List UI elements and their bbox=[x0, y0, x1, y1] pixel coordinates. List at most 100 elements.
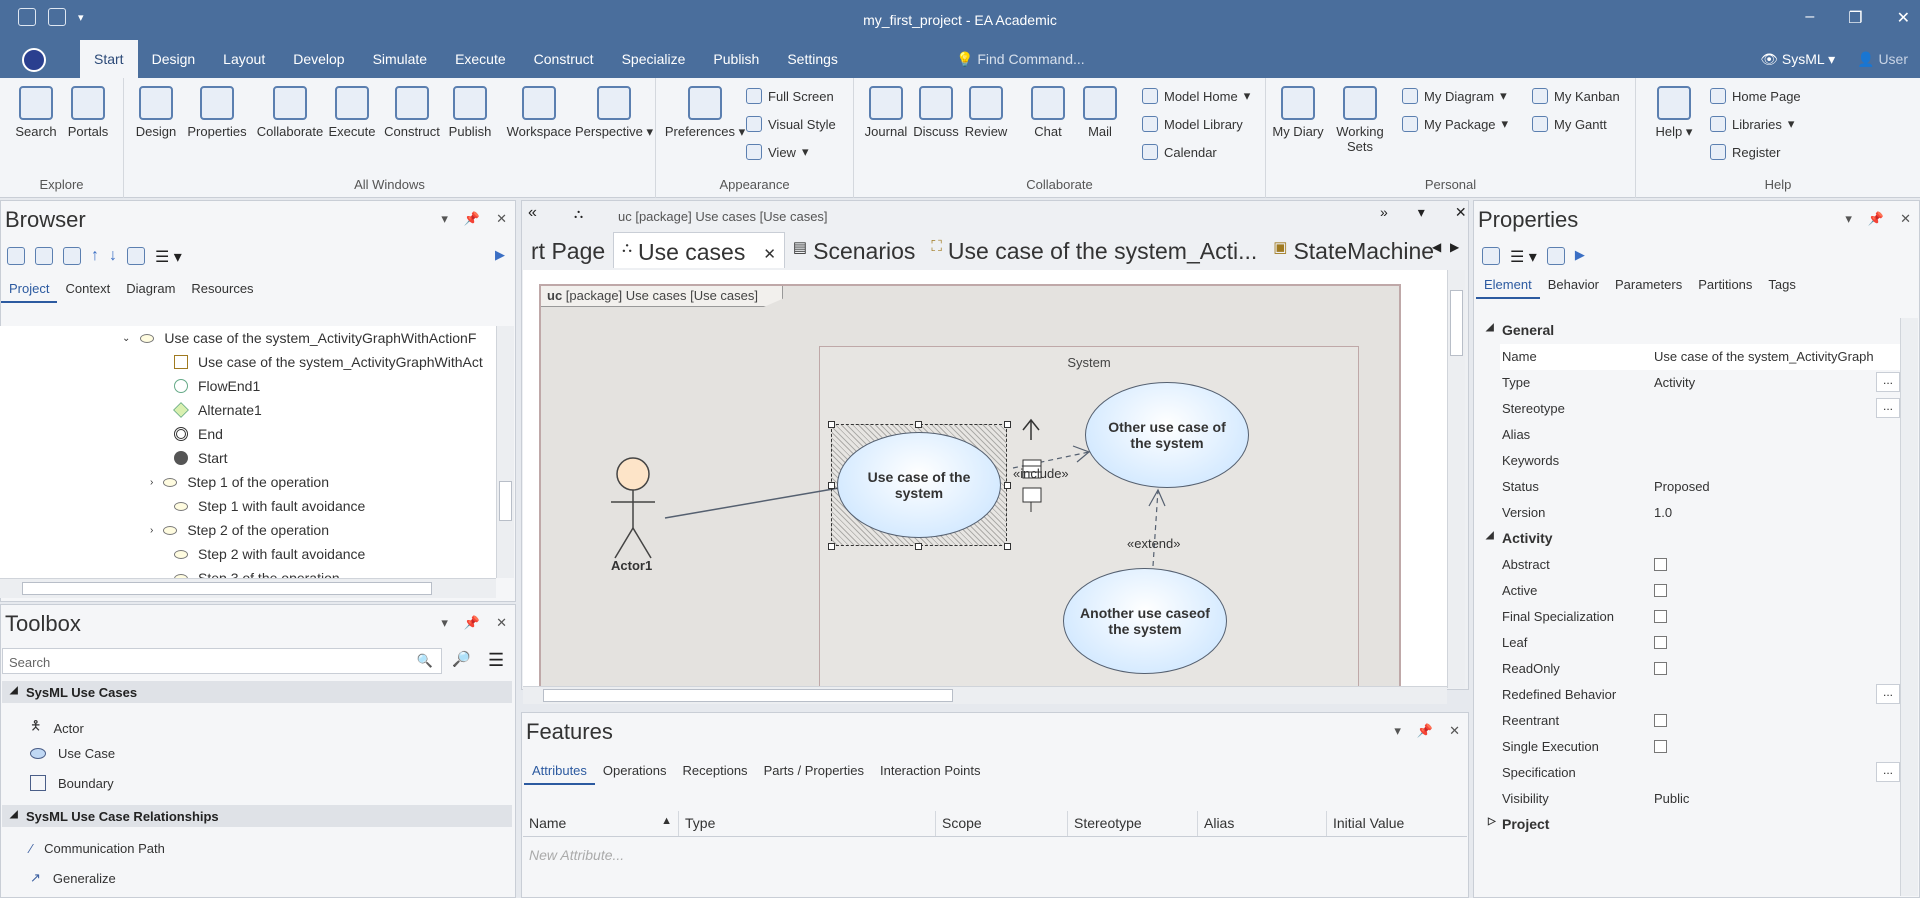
expand-icon[interactable]: › bbox=[150, 477, 153, 488]
pin-icon[interactable]: 📌 bbox=[1417, 723, 1433, 739]
review-button[interactable]: Review bbox=[958, 86, 1014, 139]
tree-item[interactable]: Step 2 with fault avoidance bbox=[174, 546, 365, 562]
tab-state-machine[interactable]: ▣ StateMachine bbox=[1265, 232, 1442, 268]
tab-attributes[interactable]: Attributes bbox=[524, 763, 595, 785]
toolbox-item-boundary[interactable]: Boundary bbox=[30, 775, 114, 791]
perspective-selector[interactable]: 👁 SysML ▾ bbox=[1760, 51, 1835, 68]
find-command-input[interactable]: 💡 Find Command... bbox=[956, 51, 1085, 68]
resize-handle[interactable] bbox=[828, 421, 835, 428]
tab-settings[interactable]: Settings bbox=[773, 40, 852, 78]
my-diagram-button[interactable]: My Diagram ▾ bbox=[1402, 88, 1507, 104]
diagram-horizontal-scrollbar[interactable] bbox=[523, 686, 1447, 704]
tab-element[interactable]: Element bbox=[1476, 277, 1540, 299]
tab-start-page[interactable]: rt Page bbox=[523, 232, 613, 268]
prop-alias[interactable]: Alias bbox=[1500, 422, 1900, 448]
diagram-vertical-scrollbar[interactable] bbox=[1447, 270, 1465, 688]
tab-project[interactable]: Project bbox=[1, 281, 58, 303]
browse-button[interactable]: ... bbox=[1876, 762, 1900, 782]
final-specialization-checkbox[interactable] bbox=[1654, 610, 1667, 623]
tab-operations[interactable]: Operations bbox=[595, 763, 675, 785]
reentrant-checkbox[interactable] bbox=[1654, 714, 1667, 727]
prop-type[interactable]: Type Activity... bbox=[1500, 370, 1900, 396]
prop-abstract[interactable]: Abstract bbox=[1500, 552, 1900, 578]
close-icon[interactable]: ✕ bbox=[1900, 211, 1911, 227]
prop-active[interactable]: Active bbox=[1500, 578, 1900, 604]
expand-arrow-icon[interactable]: ▶ bbox=[1575, 247, 1585, 267]
locate-icon[interactable] bbox=[127, 247, 145, 265]
prop-final-specialization[interactable]: Final Specialization bbox=[1500, 604, 1900, 630]
browse-button[interactable]: ... bbox=[1876, 372, 1900, 392]
execute-button[interactable]: Execute bbox=[324, 86, 380, 139]
tab-diagram[interactable]: Diagram bbox=[118, 281, 183, 303]
app-menu-icon[interactable] bbox=[22, 48, 46, 72]
browse-button[interactable]: ... bbox=[1876, 684, 1900, 704]
calendar-button[interactable]: Calendar bbox=[1142, 144, 1217, 160]
mail-button[interactable]: Mail bbox=[1072, 86, 1128, 139]
prop-status[interactable]: Status Proposed bbox=[1500, 474, 1900, 500]
use-case-other[interactable]: Other use case of the system bbox=[1085, 382, 1249, 488]
scroll-thumb[interactable] bbox=[1450, 290, 1463, 356]
tab-partitions[interactable]: Partitions bbox=[1690, 277, 1760, 299]
discuss-button[interactable]: Discuss bbox=[908, 86, 964, 139]
column-scope[interactable]: Scope bbox=[936, 811, 1068, 836]
pin-icon[interactable]: 📌 bbox=[1868, 211, 1884, 227]
close-icon[interactable]: ✕ bbox=[496, 211, 507, 227]
extend-label[interactable]: «extend» bbox=[1127, 536, 1181, 551]
actor-label[interactable]: Actor1 bbox=[611, 558, 652, 573]
move-down-icon[interactable]: ↓ bbox=[109, 247, 117, 267]
abstract-checkbox[interactable] bbox=[1654, 558, 1667, 571]
tab-design[interactable]: Design bbox=[138, 40, 210, 78]
collapse-right-icon[interactable]: » bbox=[1380, 204, 1388, 221]
design-button[interactable]: Design bbox=[128, 86, 184, 139]
find-toolbox-icon[interactable]: 🔎 bbox=[452, 650, 471, 668]
browse-button[interactable]: ... bbox=[1876, 398, 1900, 418]
minimize-button[interactable]: – bbox=[1805, 8, 1814, 28]
use-case-main[interactable]: Use case of the system bbox=[837, 432, 1001, 538]
tab-interaction-points[interactable]: Interaction Points bbox=[872, 763, 988, 785]
tab-specialize[interactable]: Specialize bbox=[608, 40, 700, 78]
chat-button[interactable]: Chat bbox=[1020, 86, 1076, 139]
section-general[interactable]: ◢ General bbox=[1482, 318, 1902, 342]
close-button[interactable]: ✕ bbox=[1897, 8, 1910, 28]
tab-context[interactable]: Context bbox=[57, 281, 118, 303]
collapse-icon[interactable]: ⌄ bbox=[122, 333, 130, 344]
section-activity[interactable]: ◢ Activity bbox=[1482, 526, 1902, 550]
preferences-button[interactable]: Preferences ▾ bbox=[662, 86, 748, 140]
help-button[interactable]: Help ▾ bbox=[1646, 86, 1702, 140]
tree-item[interactable]: Use case of the system_ActivityGraphWith… bbox=[174, 354, 483, 370]
model-library-button[interactable]: Model Library bbox=[1142, 116, 1243, 132]
tab-start[interactable]: Start bbox=[80, 40, 138, 78]
dropdown-icon[interactable]: ▾ bbox=[1845, 211, 1852, 227]
tab-execute[interactable]: Execute bbox=[441, 40, 520, 78]
tree-item[interactable]: Start bbox=[174, 450, 228, 466]
browser-vertical-scrollbar[interactable] bbox=[496, 326, 514, 578]
tab-construct[interactable]: Construct bbox=[520, 40, 608, 78]
tree-item[interactable]: End bbox=[174, 426, 223, 442]
resize-handle[interactable] bbox=[915, 421, 922, 428]
toolbox-item-use-case[interactable]: Use Case bbox=[30, 746, 115, 761]
libraries-button[interactable]: Libraries ▾ bbox=[1710, 116, 1794, 132]
dropdown-icon[interactable]: ▾ bbox=[1418, 204, 1425, 221]
leaf-checkbox[interactable] bbox=[1654, 636, 1667, 649]
prop-single-execution[interactable]: Single Execution bbox=[1500, 734, 1900, 760]
view-button[interactable]: View ▾ bbox=[746, 144, 808, 160]
tree-item[interactable]: FlowEnd1 bbox=[174, 378, 260, 394]
use-case-another[interactable]: Another use caseof the system bbox=[1063, 568, 1227, 674]
tab-receptions[interactable]: Receptions bbox=[675, 763, 756, 785]
user-menu[interactable]: 👤 User bbox=[1857, 51, 1908, 68]
toolbox-item-actor[interactable]: 🯅 Actor bbox=[30, 717, 84, 739]
prop-readonly[interactable]: ReadOnly bbox=[1500, 656, 1900, 682]
prop-redefined-behavior[interactable]: Redefined Behavior... bbox=[1500, 682, 1900, 708]
readonly-checkbox[interactable] bbox=[1654, 662, 1667, 675]
tab-parts-properties[interactable]: Parts / Properties bbox=[756, 763, 872, 785]
close-tab-icon[interactable]: ✕ bbox=[763, 245, 776, 263]
properties-vertical-scrollbar[interactable] bbox=[1900, 318, 1918, 896]
resize-handle[interactable] bbox=[828, 482, 835, 489]
construct-button[interactable]: Construct bbox=[380, 86, 444, 139]
tab-use-cases[interactable]: ⛬ Use cases ✕ bbox=[613, 232, 785, 268]
dropdown-icon[interactable]: ▾ bbox=[441, 211, 448, 227]
tab-tags[interactable]: Tags bbox=[1760, 277, 1803, 299]
working-sets-button[interactable]: Working Sets bbox=[1330, 86, 1390, 154]
tab-behavior[interactable]: Behavior bbox=[1540, 277, 1607, 299]
prop-visibility[interactable]: Visibility Public bbox=[1500, 786, 1900, 812]
